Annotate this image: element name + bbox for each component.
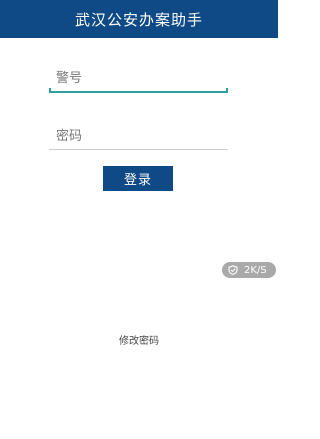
password-placeholder: 密码 [56,129,83,144]
badge-number-placeholder: 警号 [56,71,83,86]
badge-number-field[interactable]: 警号 [49,67,228,93]
app-header: 武汉公安办案助手 [0,0,278,38]
login-button[interactable]: 登录 [103,166,173,191]
shield-icon [228,265,238,275]
change-password-link[interactable]: 修改密码 [0,332,278,347]
app-title: 武汉公安办案助手 [74,10,203,29]
network-speed-text: 2K/S [244,264,267,276]
password-field[interactable]: 密码 [49,124,228,150]
login-button-label: 登录 [123,173,152,188]
change-password-label: 修改密码 [119,336,159,347]
network-speed-badge: 2K/S [222,262,276,278]
